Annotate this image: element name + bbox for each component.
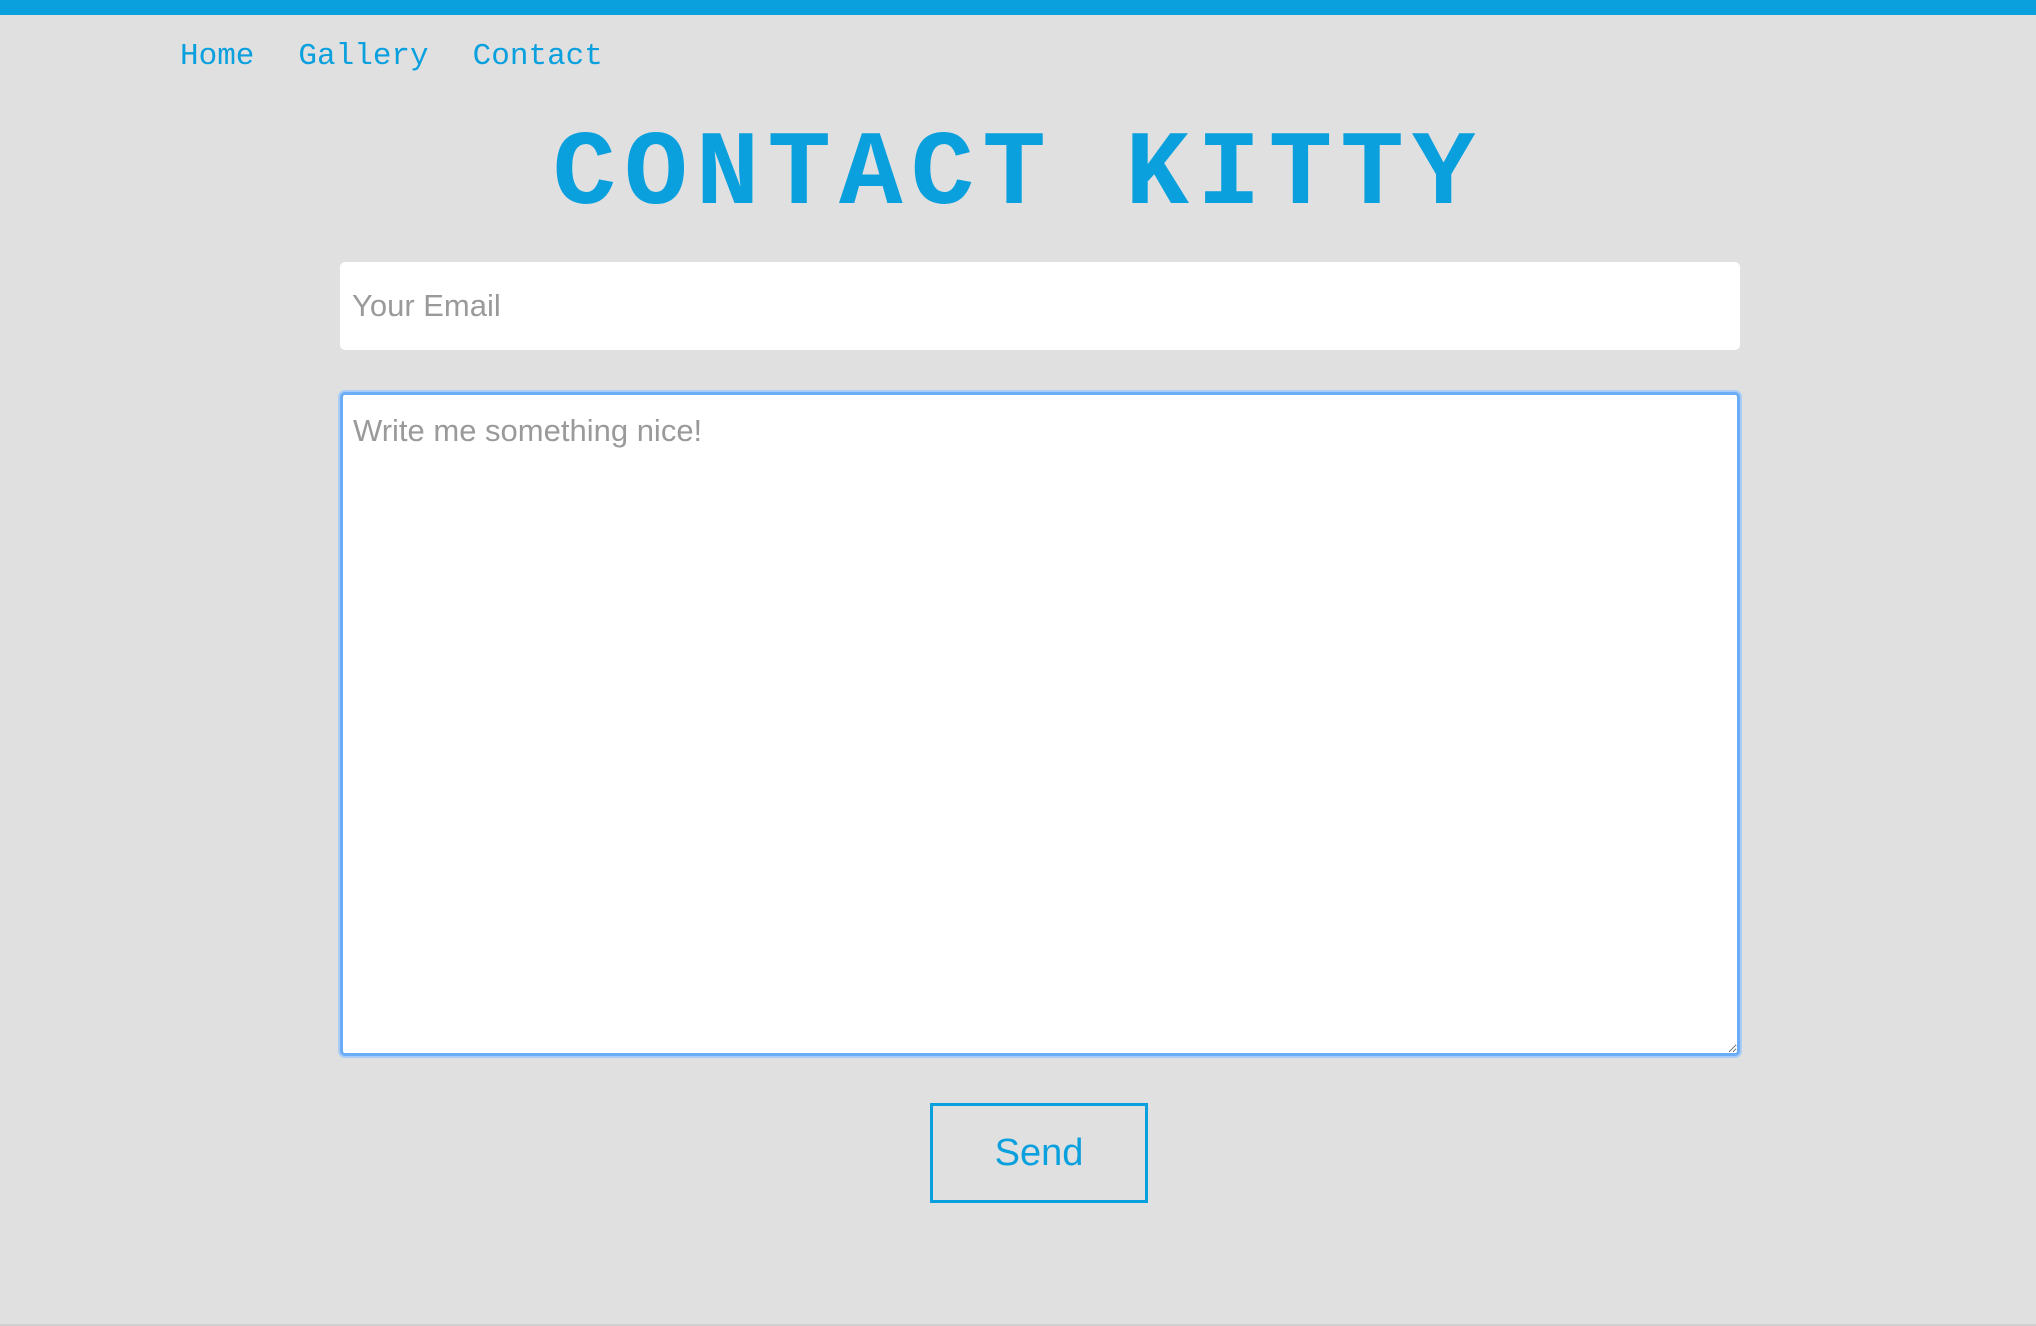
email-field[interactable]: [340, 262, 1740, 350]
nav-link-home[interactable]: Home: [180, 38, 254, 76]
top-accent-bar: [0, 0, 2036, 15]
message-textarea[interactable]: [340, 392, 1740, 1056]
send-button[interactable]: Send: [930, 1103, 1148, 1203]
main-nav: Home Gallery Contact: [180, 38, 603, 76]
page-title: CONTACT KITTY: [552, 115, 1484, 235]
nav-link-gallery[interactable]: Gallery: [298, 38, 428, 76]
nav-link-contact[interactable]: Contact: [473, 38, 603, 76]
